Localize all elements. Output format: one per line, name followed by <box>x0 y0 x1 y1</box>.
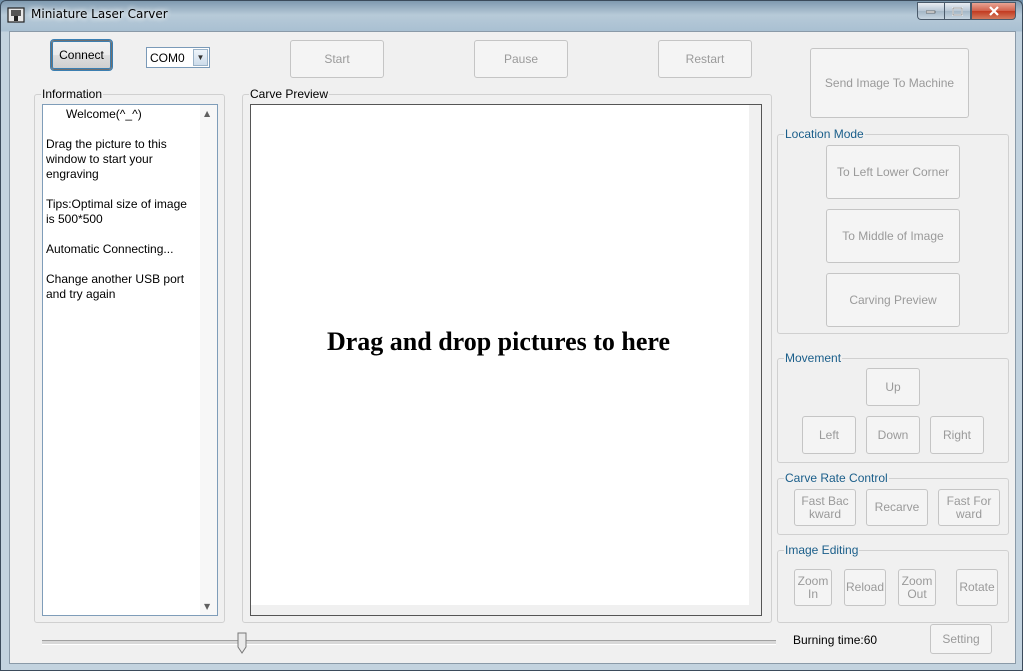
title-bar[interactable]: Miniature Laser Carver <box>1 1 1022 31</box>
information-text: Welcome(^_^) Drag the picture to this wi… <box>46 107 187 301</box>
maximize-button[interactable] <box>944 2 971 20</box>
window-title: Miniature Laser Carver <box>31 7 168 21</box>
information-scrollbar[interactable]: ▲ ▼ <box>200 105 217 615</box>
move-up-button[interactable]: Up <box>866 368 920 406</box>
location-mode-label: Location Mode <box>784 127 865 141</box>
close-icon <box>988 6 999 16</box>
movement-label: Movement <box>784 351 843 365</box>
reload-button[interactable]: Reload <box>844 569 886 606</box>
drop-hint: Drag and drop pictures to here <box>326 327 671 356</box>
send-image-button[interactable]: Send Image To Machine <box>810 48 969 118</box>
carve-rate-label: Carve Rate Control <box>784 471 889 485</box>
information-label: Information <box>41 87 104 101</box>
information-log[interactable]: Welcome(^_^) Drag the picture to this wi… <box>42 104 218 616</box>
carving-preview-button[interactable]: Carving Preview <box>826 273 960 327</box>
pause-button[interactable]: Pause <box>474 40 568 78</box>
drop-zone[interactable]: Drag and drop pictures to here <box>250 104 762 616</box>
zoom-out-button[interactable]: Zoom Out <box>898 569 936 606</box>
connect-button[interactable]: Connect <box>50 39 113 71</box>
port-select-value: COM0 <box>150 51 185 65</box>
close-button[interactable] <box>971 2 1016 20</box>
preview-edge <box>251 605 761 615</box>
move-left-button[interactable]: Left <box>802 416 856 454</box>
start-button[interactable]: Start <box>290 40 384 78</box>
fast-backward-button[interactable]: Fast Bac kward <box>794 489 856 526</box>
minimize-icon <box>926 10 936 14</box>
to-left-lower-corner-button[interactable]: To Left Lower Corner <box>826 145 960 199</box>
image-editing-label: Image Editing <box>784 543 860 557</box>
client-area: Connect COM0 ▼ Start Pause Restart Send … <box>9 31 1016 664</box>
rotate-button[interactable]: Rotate <box>956 569 998 606</box>
setting-button[interactable]: Setting <box>930 624 992 654</box>
fast-forward-button[interactable]: Fast For ward <box>938 489 1000 526</box>
burning-time-slider[interactable] <box>42 630 776 654</box>
maximize-icon <box>952 6 963 16</box>
move-down-button[interactable]: Down <box>866 416 920 454</box>
port-select[interactable]: COM0 ▼ <box>146 47 210 68</box>
move-right-button[interactable]: Right <box>930 416 984 454</box>
laser-app-icon <box>7 7 25 23</box>
recarve-button[interactable]: Recarve <box>866 489 928 526</box>
app-window: Miniature Laser Carver Connect COM0 ▼ St… <box>0 0 1023 671</box>
scroll-up-icon[interactable]: ▲ <box>204 109 210 118</box>
scroll-down-icon[interactable]: ▼ <box>204 602 210 611</box>
slider-track <box>42 640 776 645</box>
carve-preview-label: Carve Preview <box>249 87 330 101</box>
burning-time-readout: Burning time:60 <box>793 633 878 647</box>
preview-edge <box>749 105 761 615</box>
minimize-button[interactable] <box>917 2 944 20</box>
restart-button[interactable]: Restart <box>658 40 752 78</box>
slider-thumb[interactable] <box>237 632 247 654</box>
to-middle-of-image-button[interactable]: To Middle of Image <box>826 209 960 263</box>
zoom-in-button[interactable]: Zoom In <box>794 569 832 606</box>
chevron-down-icon[interactable]: ▼ <box>193 49 208 66</box>
